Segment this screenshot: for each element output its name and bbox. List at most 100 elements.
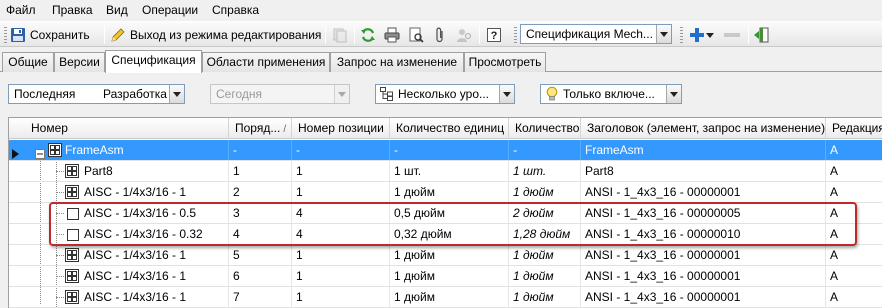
levels-icon xyxy=(380,87,394,101)
remove-icon[interactable] xyxy=(722,26,742,44)
print-icon[interactable] xyxy=(383,26,401,44)
row-position: 1 xyxy=(292,182,390,202)
table-row[interactable]: AISC - 1/4x3/16 - 0.32 4 4 0,32 дюйм 1,2… xyxy=(9,224,882,245)
preview-icon[interactable] xyxy=(407,26,425,44)
chevron-down-icon[interactable] xyxy=(499,85,514,103)
help-icon[interactable]: ? xyxy=(485,26,503,44)
tab-change-request[interactable]: Запрос на изменение xyxy=(330,52,464,72)
row-title: ANSI - 1_4x3_16 - 00000001 xyxy=(581,245,826,265)
column-header-order-label: Поряд... xyxy=(235,121,281,135)
toolbar-grip[interactable] xyxy=(4,27,7,43)
row-number-cell: AISC - 1/4x3/16 - 1 xyxy=(9,287,229,307)
menu-operations[interactable]: Операции xyxy=(142,3,198,17)
assembly-icon xyxy=(65,164,79,178)
row-quantity: 2 дюйм xyxy=(509,203,581,223)
row-quantity: 1 дюйм xyxy=(509,266,581,286)
table-row[interactable]: FrameAsm - - - - FrameAsm A xyxy=(9,140,882,161)
row-order: - xyxy=(229,140,292,160)
filter-bar: Последняя Разработка Сегодня Несколько у… xyxy=(0,73,882,117)
row-revision: A xyxy=(826,287,882,307)
chevron-down-icon[interactable] xyxy=(656,25,671,43)
tab-view[interactable]: Просмотреть xyxy=(464,52,546,72)
column-header-position[interactable]: Номер позиции xyxy=(292,118,390,139)
row-position: - xyxy=(292,140,390,160)
column-header-quantity[interactable]: Количество xyxy=(509,118,581,139)
tab-specification[interactable]: Спецификация xyxy=(105,50,202,73)
toolbar-separator xyxy=(325,26,326,44)
row-title: ANSI - 1_4x3_16 - 00000001 xyxy=(581,182,826,202)
refresh-icon[interactable] xyxy=(359,26,377,44)
tab-where-used[interactable]: Области применения xyxy=(202,52,330,72)
row-title: Part8 xyxy=(581,161,826,181)
assembly-icon xyxy=(65,290,79,304)
tab-general[interactable]: Общие xyxy=(2,52,54,72)
chevron-down-icon[interactable] xyxy=(334,85,349,103)
row-quantity: - xyxy=(509,140,581,160)
levels-filter-select[interactable]: Несколько уро... xyxy=(375,84,515,104)
menu-file[interactable]: Файл xyxy=(6,3,36,17)
display-filter-select[interactable]: Только включе... xyxy=(540,84,682,104)
row-number-cell: AISC - 1/4x3/16 - 0.32 xyxy=(9,224,229,244)
copy-icon[interactable] xyxy=(331,26,349,44)
toolbar: Сохранить Выход из режима редактирования… xyxy=(0,21,882,47)
row-quantity: 1 дюйм xyxy=(509,287,581,307)
revision-filter-select[interactable]: Последняя Разработка xyxy=(8,84,185,104)
chevron-down-icon[interactable] xyxy=(169,85,184,103)
save-button[interactable]: Сохранить xyxy=(10,24,90,46)
pencil-icon xyxy=(110,27,126,43)
add-icon[interactable] xyxy=(688,26,706,44)
row-number-cell: AISC - 1/4x3/16 - 1 xyxy=(9,245,229,265)
row-order: 2 xyxy=(229,182,292,202)
table-row[interactable]: AISC - 1/4x3/16 - 0.5 3 4 0,5 дюйм 2 дюй… xyxy=(9,203,882,224)
attachment-icon[interactable] xyxy=(431,26,449,44)
table-row[interactable]: AISC - 1/4x3/16 - 1 7 1 1 дюйм 1 дюйм AN… xyxy=(9,287,882,308)
row-revision: A xyxy=(826,182,882,202)
table-row[interactable]: AISC - 1/4x3/16 - 1 5 1 1 дюйм 1 дюйм AN… xyxy=(9,245,882,266)
add-dropdown-arrow-icon[interactable] xyxy=(705,26,715,44)
column-header-title[interactable]: Заголовок (элемент, запрос на изменение) xyxy=(581,118,826,139)
row-position: 1 xyxy=(292,245,390,265)
row-quantity: 1 дюйм xyxy=(509,245,581,265)
row-number-label: AISC - 1/4x3/16 - 1 xyxy=(84,185,187,199)
row-order: 4 xyxy=(229,224,292,244)
toolbar-grip[interactable] xyxy=(680,27,683,43)
chevron-down-icon[interactable] xyxy=(666,85,681,103)
menu-edit[interactable]: Правка xyxy=(52,3,93,17)
exit-edit-mode-label: Выход из режима редактирования xyxy=(130,28,322,42)
part-icon xyxy=(67,206,81,220)
row-units: - xyxy=(390,140,509,160)
current-row-arrow-icon xyxy=(12,145,19,159)
table-row[interactable]: AISC - 1/4x3/16 - 1 6 1 1 дюйм 1 дюйм AN… xyxy=(9,266,882,287)
column-header-number[interactable]: Номер xyxy=(9,118,229,139)
assembly-icon xyxy=(65,269,79,283)
row-units: 1 дюйм xyxy=(390,266,509,286)
row-number-cell: AISC - 1/4x3/16 - 0.5 xyxy=(9,203,229,223)
column-header-revision[interactable]: Редакция xyxy=(826,118,882,139)
row-number-label: Part8 xyxy=(84,164,113,178)
grid-header: Номер Поряд... / Номер позиции Количество… xyxy=(9,118,882,139)
row-number-cell: FrameAsm xyxy=(9,140,229,160)
specification-view-value: Спецификация Mech... xyxy=(526,27,653,41)
exit-edit-mode-button[interactable]: Выход из режима редактирования xyxy=(110,24,321,46)
table-row[interactable]: AISC - 1/4x3/16 - 1 2 1 1 дюйм 1 дюйм AN… xyxy=(9,182,882,203)
specification-view-select[interactable]: Спецификация Mech... xyxy=(520,24,672,44)
row-quantity: 1 дюйм xyxy=(509,182,581,202)
menu-view[interactable]: Вид xyxy=(106,3,128,17)
exit-icon[interactable] xyxy=(752,26,770,44)
levels-filter-value: Несколько уро... xyxy=(398,87,489,101)
row-units: 0,5 дюйм xyxy=(390,203,509,223)
row-number-cell: AISC - 1/4x3/16 - 1 xyxy=(9,266,229,286)
toolbar-grip[interactable] xyxy=(514,27,517,43)
column-header-units[interactable]: Количество единиц xyxy=(390,118,509,139)
tab-versions[interactable]: Версии xyxy=(54,52,105,72)
menu-bar: Файл Правка Вид Операции Справка xyxy=(0,0,882,20)
collapse-icon[interactable] xyxy=(35,145,45,159)
assembly-icon xyxy=(65,248,79,262)
bom-grid: Номер Поряд... / Номер позиции Количество… xyxy=(8,117,882,308)
user-lookup-icon[interactable] xyxy=(455,26,473,44)
menu-help[interactable]: Справка xyxy=(212,3,259,17)
row-position: 1 xyxy=(292,161,390,181)
column-header-order[interactable]: Поряд... / xyxy=(229,118,292,139)
table-row[interactable]: Part8 1 1 1 шт. 1 шт. Part8 A xyxy=(9,161,882,182)
date-filter-select[interactable]: Сегодня xyxy=(210,84,350,104)
